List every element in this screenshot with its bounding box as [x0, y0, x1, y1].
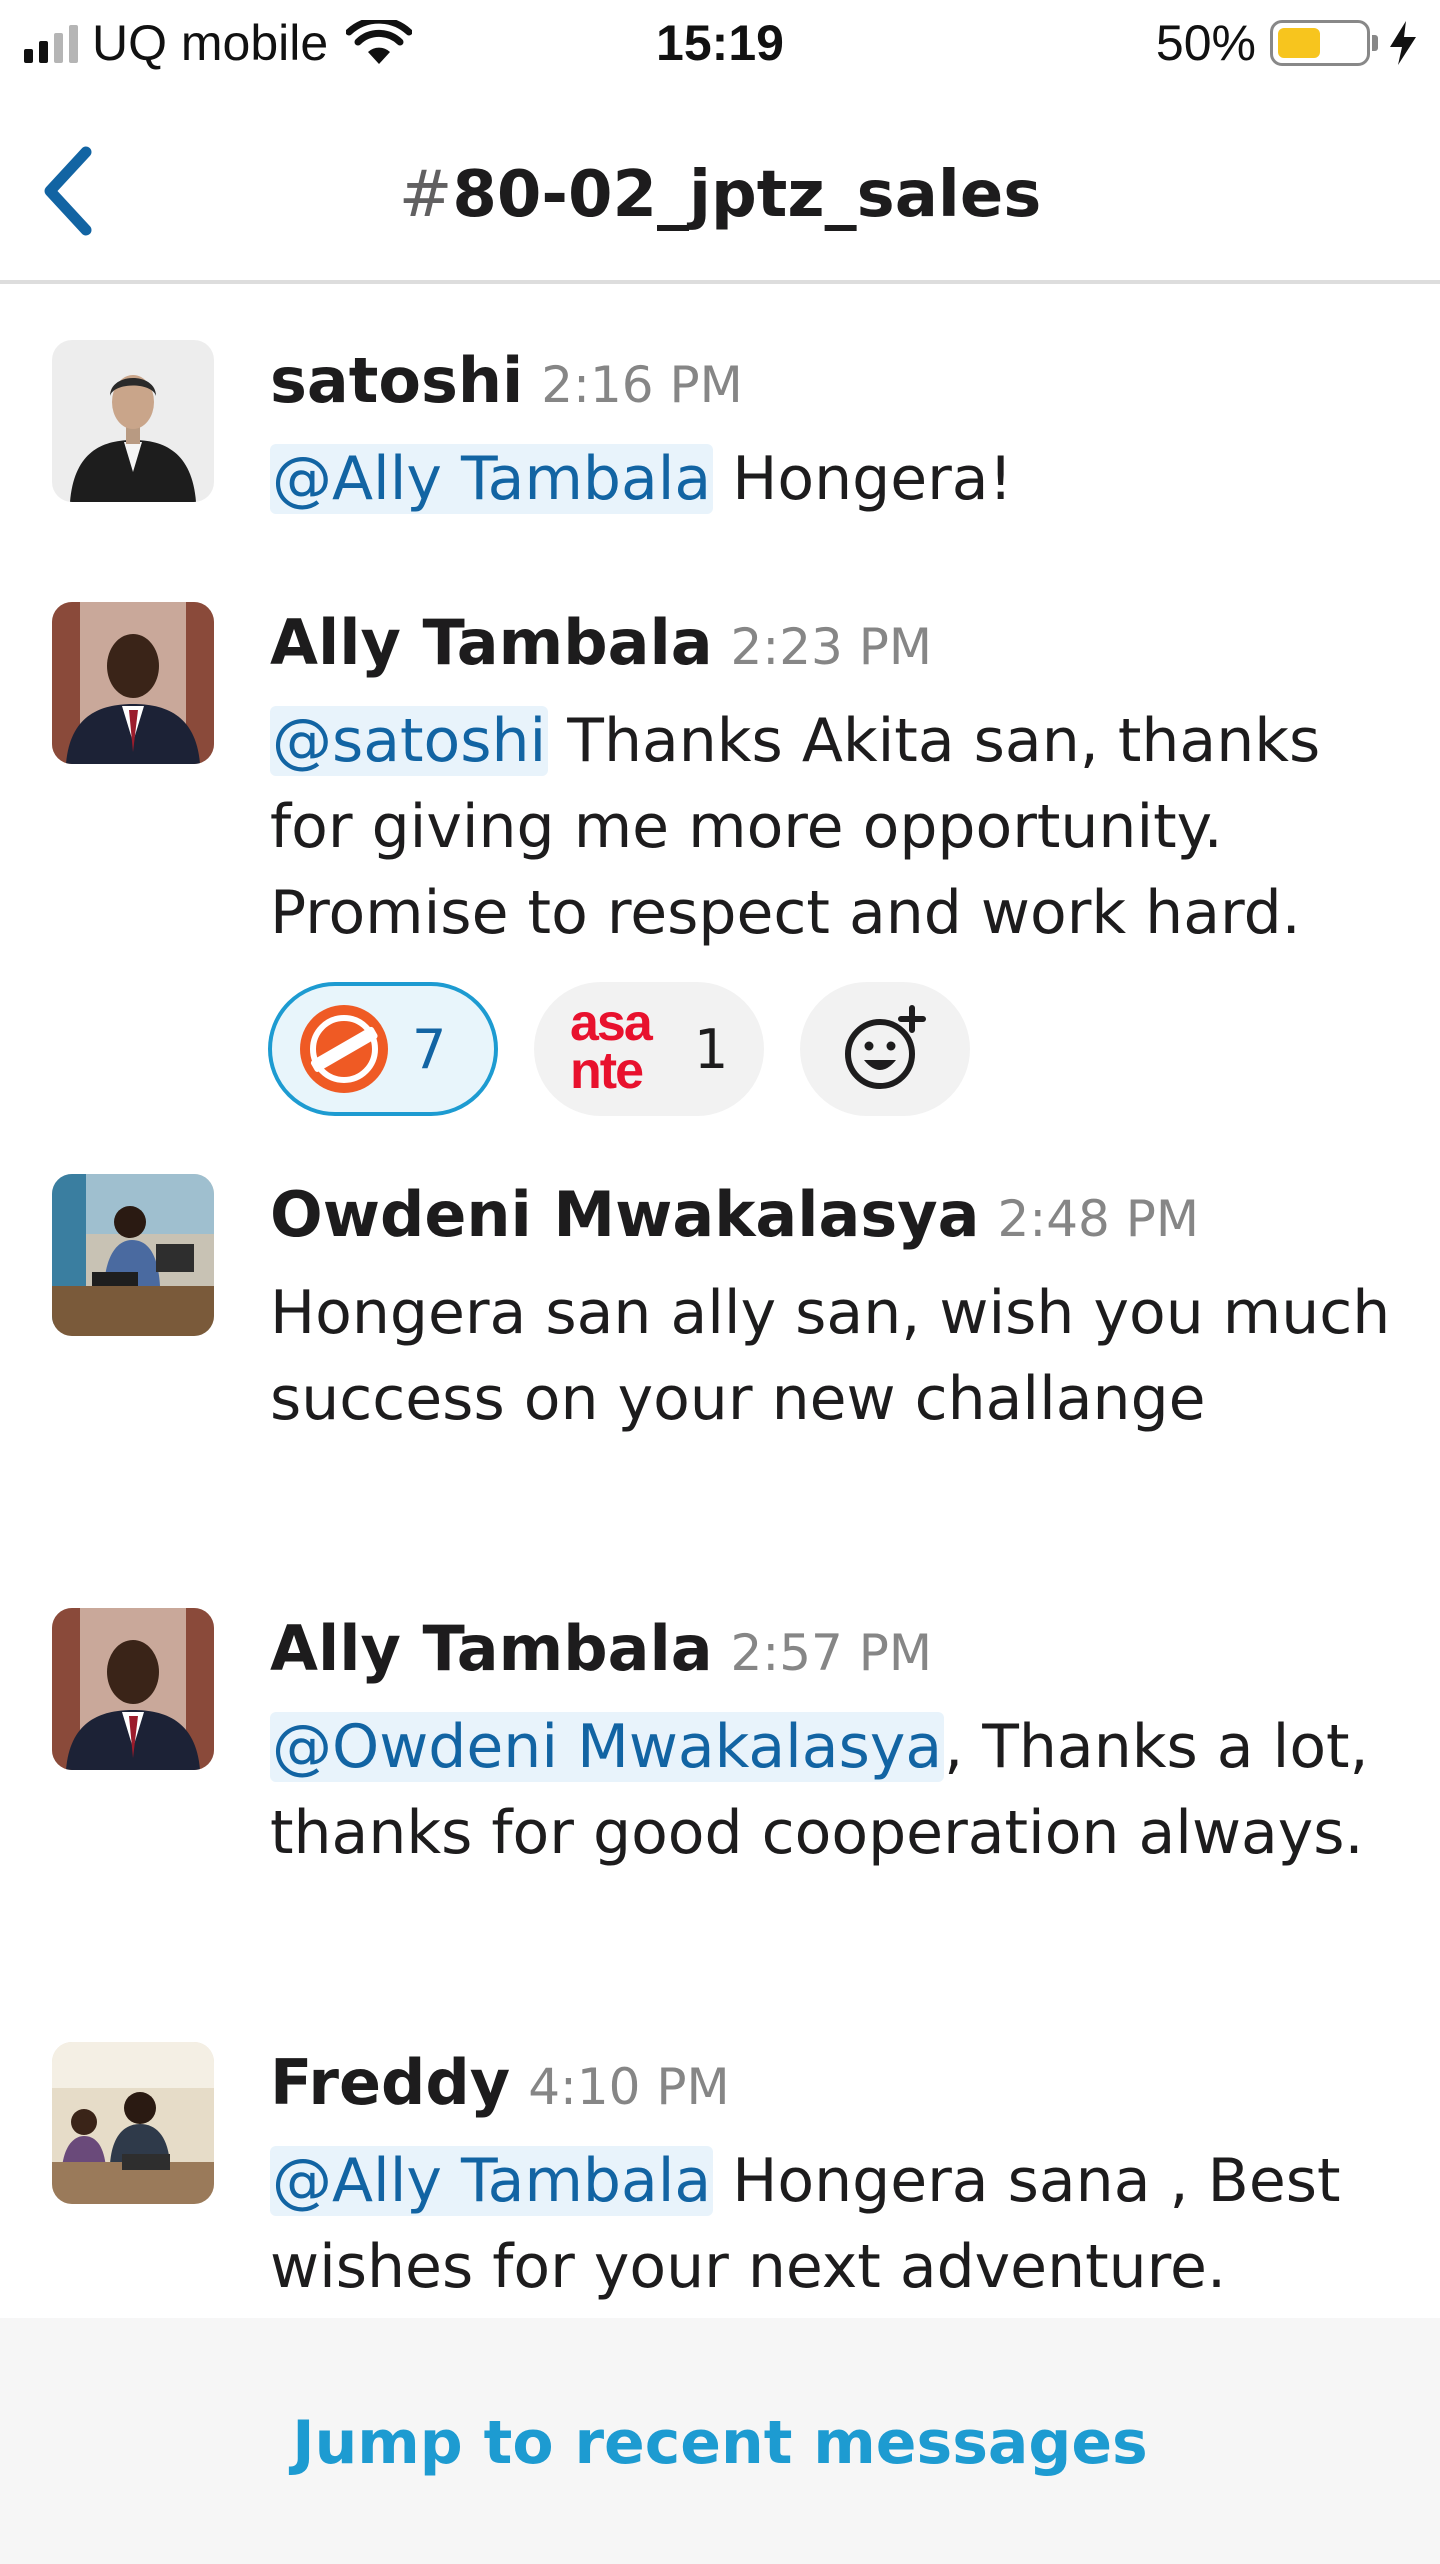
message-text: @Ally Tambala Hongera!: [270, 436, 1400, 522]
status-bar: UQ mobile 15:19 50%: [0, 0, 1440, 96]
author-name[interactable]: Freddy: [270, 2046, 510, 2119]
jump-bar: Jump to recent messages: [0, 2318, 1440, 2564]
avatar[interactable]: [52, 2042, 214, 2204]
avatar[interactable]: [52, 1174, 214, 1336]
message-header: Freddy 4:10 PM: [270, 2046, 730, 2119]
add-reaction-button[interactable]: [800, 982, 970, 1116]
avatar[interactable]: [52, 1608, 214, 1770]
message-header: Ally Tambala 2:23 PM: [270, 606, 932, 679]
charging-bolt-icon: [1390, 21, 1416, 65]
message-header: Owdeni Mwakalasya 2:48 PM: [270, 1178, 1199, 1251]
message-text: @Owdeni Mwakalasya, Thanks a lot, thanks…: [270, 1704, 1400, 1876]
custom-emoji-icon: [300, 1005, 388, 1093]
author-name[interactable]: Ally Tambala: [270, 606, 713, 679]
message-text: @satoshi Thanks Akita san, thanks for gi…: [270, 698, 1400, 956]
reaction-count: 1: [694, 1017, 729, 1081]
mention-link[interactable]: @Ally Tambala: [270, 444, 714, 514]
timestamp: 2:57 PM: [730, 1624, 933, 1682]
channel-name: 80-02_jptz_sales: [452, 158, 1042, 232]
timestamp: 2:48 PM: [997, 1190, 1199, 1248]
channel-header: #80-02_jptz_sales: [0, 96, 1440, 284]
reaction-count: 7: [412, 1017, 447, 1081]
message-text: @Ally Tambala Hongera sana , Best wishes…: [270, 2138, 1400, 2310]
message-text: Hongera san ally san, wish you much succ…: [270, 1278, 1391, 1434]
mention-link[interactable]: @Owdeni Mwakalasya: [270, 1712, 945, 1782]
timestamp: 2:23 PM: [730, 618, 933, 676]
avatar[interactable]: [52, 340, 214, 502]
reaction-bar: 7 asa nte 1: [268, 982, 970, 1116]
author-name[interactable]: Owdeni Mwakalasya: [270, 1178, 980, 1251]
battery-cap: [1372, 35, 1378, 51]
message-header: satoshi 2:16 PM: [270, 344, 743, 417]
channel-title[interactable]: #80-02_jptz_sales: [0, 158, 1440, 232]
reaction-pill-asante[interactable]: asa nte 1: [534, 982, 764, 1116]
channel-hash: #: [398, 158, 453, 232]
battery-icon: [1270, 20, 1370, 66]
reaction-pill-custom[interactable]: 7: [268, 982, 498, 1116]
message-text-content: Hongera!: [713, 444, 1013, 514]
message-header: Ally Tambala 2:57 PM: [270, 1612, 932, 1685]
asante-emoji-icon: asa nte: [570, 994, 653, 1100]
timestamp: 2:16 PM: [541, 356, 743, 414]
battery-level-fill: [1278, 28, 1320, 58]
jump-to-recent-button[interactable]: Jump to recent messages: [0, 2408, 1440, 2478]
mention-link[interactable]: @satoshi: [270, 706, 549, 776]
timestamp: 4:10 PM: [528, 2058, 730, 2116]
avatar[interactable]: [52, 602, 214, 764]
add-reaction-icon: [845, 1005, 926, 1089]
mention-link[interactable]: @Ally Tambala: [270, 2146, 714, 2216]
battery-percent: 50%: [1155, 15, 1256, 71]
author-name[interactable]: satoshi: [270, 344, 523, 417]
author-name[interactable]: Ally Tambala: [270, 1612, 713, 1685]
status-right: 50%: [1156, 14, 1418, 72]
